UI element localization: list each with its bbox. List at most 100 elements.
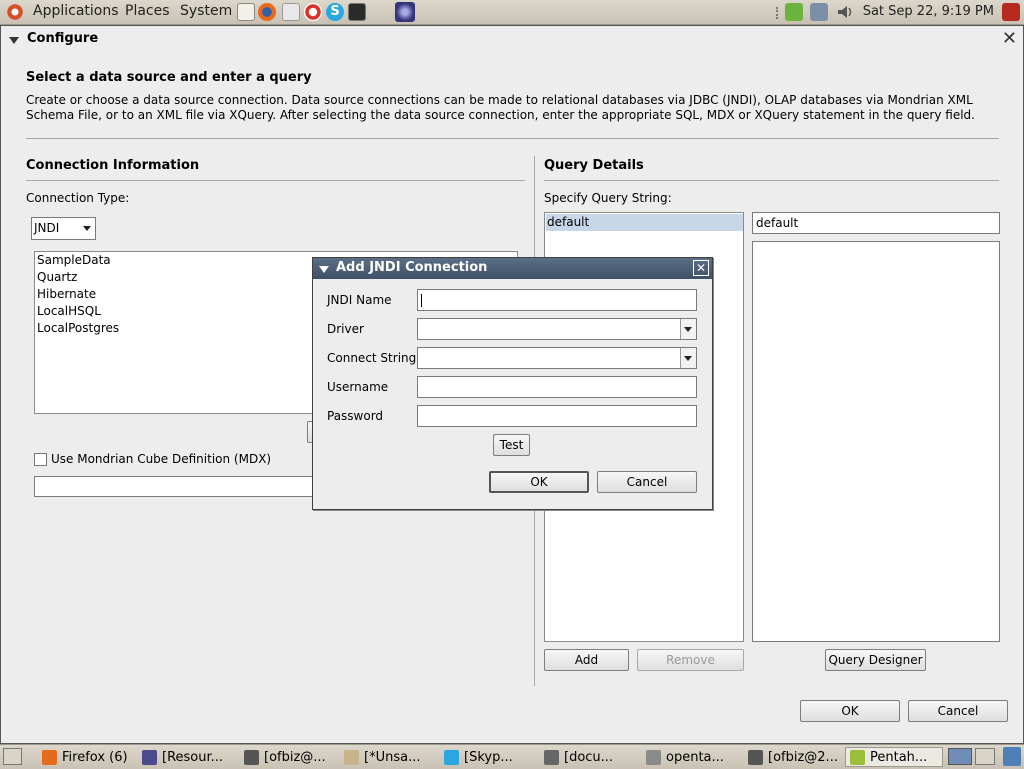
terminal-icon <box>244 750 259 765</box>
connect-string-select[interactable] <box>417 347 697 369</box>
close-icon[interactable]: ✕ <box>693 260 709 276</box>
chevron-down-icon <box>83 226 91 231</box>
password-input[interactable] <box>417 405 697 427</box>
taskbar-item-resource[interactable]: [Resour... <box>137 747 235 767</box>
task-label: [*Unsa... <box>364 750 421 765</box>
task-label: openta... <box>666 750 724 765</box>
connection-type-label: Connection Type: <box>26 191 130 205</box>
clock[interactable]: Sat Sep 22, 9:19 PM <box>863 4 994 19</box>
terminal-icon <box>748 750 763 765</box>
mondrian-checkbox[interactable] <box>34 453 47 466</box>
task-label: [ofbiz@2... <box>768 750 838 765</box>
list-item[interactable]: SampleData <box>37 253 111 267</box>
jndi-dialog-title: Add JNDI Connection <box>336 260 488 275</box>
taskbar-item-document[interactable]: [docu... <box>539 747 637 767</box>
taskbar-item-editor[interactable]: [*Unsa... <box>339 747 435 767</box>
jndi-dialog-titlebar[interactable]: Add JNDI Connection ✕ <box>313 258 712 279</box>
ubuntu-logo-icon[interactable] <box>6 3 24 21</box>
query-list-item-selected[interactable]: default <box>546 214 743 231</box>
system-menu[interactable]: System <box>180 3 232 19</box>
connection-type-value: JNDI <box>34 221 60 235</box>
network-icon[interactable] <box>810 3 828 21</box>
list-item[interactable]: Hibernate <box>37 287 96 301</box>
query-section-title: Query Details <box>544 158 644 173</box>
add-query-button[interactable]: Add <box>544 649 629 671</box>
mail-launcher-icon[interactable] <box>282 3 300 21</box>
task-label: [Skyp... <box>464 750 513 765</box>
driver-label: Driver <box>327 322 364 336</box>
jndi-ok-button[interactable]: OK <box>489 471 589 493</box>
task-label: [ofbiz@... <box>264 750 326 765</box>
query-designer-button[interactable]: Query Designer <box>825 649 926 671</box>
jndi-name-input[interactable] <box>417 289 697 311</box>
show-desktop-icon[interactable] <box>3 748 22 765</box>
pentaho-icon <box>850 750 865 765</box>
eclipse-launcher-icon[interactable] <box>395 2 415 22</box>
terminal-launcher-icon[interactable] <box>348 3 366 21</box>
taskbar-item-openta[interactable]: openta... <box>641 747 739 767</box>
list-item[interactable]: LocalPostgres <box>37 321 119 335</box>
skype-launcher-icon[interactable]: S <box>326 3 344 21</box>
taskbar-item-terminal-2[interactable]: [ofbiz@2... <box>743 747 841 767</box>
eclipse-icon <box>142 750 157 765</box>
test-button[interactable]: Test <box>493 434 530 456</box>
add-jndi-dialog: Add JNDI Connection ✕ JNDI Name Driver C… <box>312 257 713 510</box>
taskbar: Firefox (6) [Resour... [ofbiz@... [*Unsa… <box>0 744 1024 769</box>
list-item[interactable]: Quartz <box>37 270 77 284</box>
connect-string-label: Connect String <box>327 351 417 365</box>
logout-icon[interactable] <box>1002 3 1020 21</box>
firefox-icon <box>42 750 57 765</box>
jndi-name-label: JNDI Name <box>327 293 392 307</box>
places-menu[interactable]: Places <box>125 3 170 19</box>
taskbar-item-skype[interactable]: [Skyp... <box>439 747 535 767</box>
mondrian-checkbox-label[interactable]: Use Mondrian Cube Definition (MDX) <box>51 452 271 466</box>
specify-query-label: Specify Query String: <box>544 191 672 205</box>
query-name-field[interactable]: default <box>752 212 1000 234</box>
page-description: Create or choose a data source connectio… <box>26 93 975 122</box>
cancel-button[interactable]: Cancel <box>908 700 1008 722</box>
task-label: Firefox (6) <box>62 750 128 765</box>
collapse-triangle-icon[interactable] <box>319 266 329 273</box>
workspace-2-icon[interactable] <box>975 748 995 765</box>
workspace-switcher-icon[interactable] <box>948 748 972 765</box>
window-icon <box>544 750 559 765</box>
username-input[interactable] <box>417 376 697 398</box>
connection-section-title: Connection Information <box>26 158 200 173</box>
taskbar-item-terminal-1[interactable]: [ofbiz@... <box>239 747 335 767</box>
document-icon <box>646 750 661 765</box>
remove-query-button[interactable]: Remove <box>637 649 744 671</box>
firefox-launcher-icon[interactable] <box>258 3 276 21</box>
applications-menu[interactable]: Applications <box>33 3 119 19</box>
list-item[interactable]: LocalHSQL <box>37 304 101 318</box>
trash-icon[interactable] <box>1003 747 1021 766</box>
text-cursor <box>421 294 422 307</box>
task-label: [docu... <box>564 750 614 765</box>
chevron-down-icon[interactable] <box>680 348 696 368</box>
taskbar-item-firefox[interactable]: Firefox (6) <box>37 747 133 767</box>
divider <box>26 138 999 139</box>
close-icon[interactable]: ✕ <box>1002 28 1017 49</box>
taskbar-item-pentaho[interactable]: Pentah... <box>845 747 943 767</box>
text-editor-icon <box>344 750 359 765</box>
handle-icon <box>776 7 780 19</box>
jndi-cancel-button[interactable]: Cancel <box>597 471 697 493</box>
page-heading: Select a data source and enter a query <box>26 70 312 85</box>
username-label: Username <box>327 380 389 394</box>
query-text-area[interactable] <box>752 241 1000 642</box>
collapse-triangle-icon[interactable] <box>9 37 19 44</box>
connection-type-select[interactable]: JNDI <box>31 217 96 240</box>
text-editor-launcher-icon[interactable] <box>237 3 255 21</box>
password-label: Password <box>327 409 384 423</box>
ok-button[interactable]: OK <box>800 700 900 722</box>
chevron-down-icon[interactable] <box>680 319 696 339</box>
task-label: Pentah... <box>870 750 928 765</box>
configure-titlebar[interactable]: Configure ✕ <box>1 26 1023 52</box>
configure-title: Configure <box>27 31 99 46</box>
volume-icon[interactable] <box>836 3 854 21</box>
connection-divider <box>26 180 525 181</box>
help-launcher-icon[interactable] <box>304 3 322 21</box>
query-divider <box>544 180 999 181</box>
update-notifier-icon[interactable] <box>785 3 803 21</box>
driver-select[interactable] <box>417 318 697 340</box>
skype-icon <box>444 750 459 765</box>
